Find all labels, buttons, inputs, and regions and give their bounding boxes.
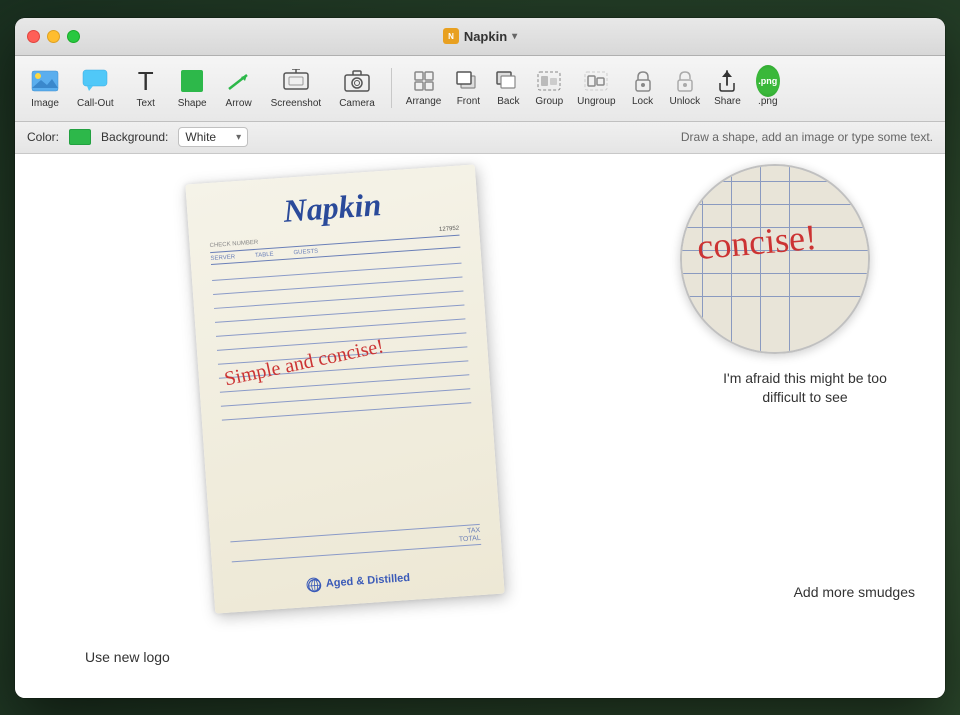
guests-label: GUESTS xyxy=(293,248,318,256)
background-select[interactable]: White xyxy=(178,127,248,147)
camera-icon xyxy=(343,67,371,95)
hint-text: Draw a shape, add an image or type some … xyxy=(681,130,933,144)
front-icon xyxy=(456,69,480,93)
canvas[interactable]: Napkin CHECK NUMBER 127952 SERVER TABLE … xyxy=(15,154,945,698)
png-tool-button[interactable]: .png .png xyxy=(749,60,787,116)
receipt-bottom: TAX TOTAL xyxy=(230,523,481,561)
maximize-button[interactable] xyxy=(67,30,80,43)
receipt-logo-text: Aged & Distilled xyxy=(325,571,410,589)
text-tool-label: Text xyxy=(137,98,155,109)
close-button[interactable] xyxy=(27,30,40,43)
check-number: 127952 xyxy=(439,225,459,232)
check-label: CHECK NUMBER xyxy=(209,239,258,248)
text-tool-button[interactable]: T Text xyxy=(124,60,168,116)
magnifier-content: concise! xyxy=(682,166,868,352)
screenshot-tool-button[interactable]: Screenshot xyxy=(263,60,330,116)
front-tool-button[interactable]: Front xyxy=(449,60,487,116)
svg-text:N: N xyxy=(448,32,454,41)
magnifier-circle: concise! xyxy=(680,164,870,354)
text-icon: T xyxy=(132,67,160,95)
unlock-tool-label: Unlock xyxy=(670,96,701,107)
png-tool-label: .png xyxy=(758,96,777,107)
share-icon xyxy=(715,69,739,93)
annotation-3-text: Use new logo xyxy=(85,649,170,665)
color-label: Color: xyxy=(27,130,59,144)
unlock-tool-button[interactable]: Unlock xyxy=(664,60,707,116)
minimize-button[interactable] xyxy=(47,30,60,43)
ungroup-tool-button[interactable]: Ungroup xyxy=(571,60,621,116)
annotation-2: Add more smudges xyxy=(794,583,915,603)
color-swatch[interactable] xyxy=(69,129,91,145)
traffic-lights xyxy=(27,30,80,43)
lock-icon xyxy=(631,69,655,93)
optionsbar: Color: Background: White Draw a shape, a… xyxy=(15,122,945,154)
arrange-tool-label: Arrange xyxy=(406,96,442,107)
toolbar-left-group: Image Call-Out T Text xyxy=(23,60,383,116)
back-icon xyxy=(496,69,520,93)
toolbar: Image Call-Out T Text xyxy=(15,56,945,122)
background-label: Background: xyxy=(101,130,168,144)
back-tool-label: Back xyxy=(497,96,519,107)
table-label: TABLE xyxy=(255,251,274,258)
background-value: White xyxy=(185,130,216,144)
callout-tool-label: Call-Out xyxy=(77,98,114,109)
arrow-tool-button[interactable]: Arrow xyxy=(217,60,261,116)
title-text: Napkin xyxy=(464,29,507,44)
server-label: SERVER xyxy=(210,254,235,262)
arrange-tool-button[interactable]: Arrange xyxy=(400,60,448,116)
arrow-tool-label: Arrow xyxy=(226,98,252,109)
annotation-3: Use new logo xyxy=(85,648,170,668)
receipt-logo-icon xyxy=(306,577,321,592)
arrange-icon xyxy=(412,69,436,93)
png-icon: .png xyxy=(756,69,780,93)
group-tool-button[interactable]: Group xyxy=(529,60,569,116)
receipt-lines xyxy=(211,249,471,420)
camera-tool-label: Camera xyxy=(339,98,375,109)
toolbar-divider xyxy=(391,68,392,108)
screenshot-icon xyxy=(282,67,310,95)
unlock-icon xyxy=(673,69,697,93)
receipt-title: Napkin xyxy=(206,180,458,234)
ungroup-icon xyxy=(584,69,608,93)
ungroup-tool-label: Ungroup xyxy=(577,96,615,107)
annotation-1: I'm afraid this might be too difficult t… xyxy=(705,369,905,408)
group-icon xyxy=(537,69,561,93)
callout-icon xyxy=(81,67,109,95)
titlebar: N Napkin ▾ xyxy=(15,18,945,56)
back-tool-button[interactable]: Back xyxy=(489,60,527,116)
callout-tool-button[interactable]: Call-Out xyxy=(69,60,122,116)
annotation-1-text: I'm afraid this might be too difficult t… xyxy=(723,370,887,406)
arrow-icon xyxy=(225,67,253,95)
image-tool-label: Image xyxy=(31,98,59,109)
app-icon: N xyxy=(443,28,459,44)
front-tool-label: Front xyxy=(457,96,480,107)
screenshot-tool-label: Screenshot xyxy=(271,98,322,109)
share-tool-button[interactable]: Share xyxy=(708,60,747,116)
annotation-2-text: Add more smudges xyxy=(794,584,915,600)
receipt-card: Napkin CHECK NUMBER 127952 SERVER TABLE … xyxy=(185,164,504,613)
group-tool-label: Group xyxy=(535,96,563,107)
shape-tool-button[interactable]: Shape xyxy=(170,60,215,116)
image-tool-button[interactable]: Image xyxy=(23,60,67,116)
camera-tool-button[interactable]: Camera xyxy=(331,60,383,116)
receipt-logo-area: Aged & Distilled xyxy=(233,565,483,596)
lock-tool-label: Lock xyxy=(632,96,653,107)
share-tool-label: Share xyxy=(714,96,741,107)
shape-tool-label: Shape xyxy=(178,98,207,109)
toolbar-right-group: Arrange Front Back xyxy=(400,60,787,116)
lock-tool-button[interactable]: Lock xyxy=(624,60,662,116)
title-chevron-icon[interactable]: ▾ xyxy=(512,31,517,42)
image-icon xyxy=(31,67,59,95)
shape-icon xyxy=(178,67,206,95)
app-window: N Napkin ▾ Image xyxy=(15,18,945,698)
window-title: N Napkin ▾ xyxy=(443,28,517,44)
